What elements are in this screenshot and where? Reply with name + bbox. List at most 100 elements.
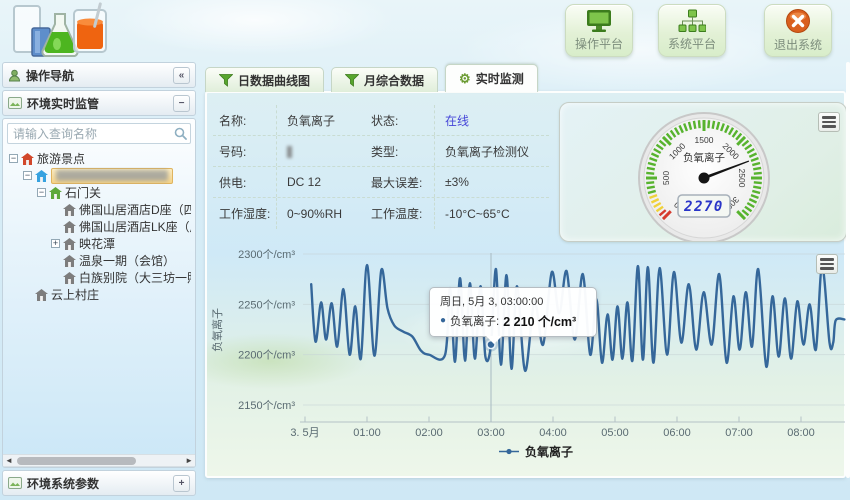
system-platform-label: 系统平台: [668, 35, 716, 52]
tab-bar: 日数据曲线图 月综合数据 ⚙ 实时监测: [205, 64, 545, 92]
x-tick-label: 01:00: [353, 427, 381, 439]
exit-system-button[interactable]: 退出系统: [764, 4, 832, 57]
monitor-icon: [585, 9, 613, 33]
field-value: -10°C~65°C: [435, 207, 549, 221]
realtime-monitor-panel: 名称:负氧离子状态:在线号码:类型:负氧离子检测仪供电:DC 12最大误差:±3…: [205, 91, 846, 478]
tree-item[interactable]: 温泉一期（会馆）: [7, 252, 191, 269]
x-tick-label: 06:00: [663, 427, 691, 439]
tab-daily-curve[interactable]: 日数据曲线图: [205, 67, 324, 92]
selected-tree-item[interactable]: [51, 168, 173, 184]
x-tick-label: 07:00: [725, 427, 753, 439]
house-green-icon: [49, 187, 62, 199]
collapse-panel-button[interactable]: −: [173, 95, 190, 112]
field-label: 供电:: [213, 167, 277, 197]
device-info-row: 名称:负氧离子状态:在线: [213, 105, 549, 136]
nav-panel-header[interactable]: 操作导航 «: [2, 62, 196, 88]
gauge-value: 2270: [683, 199, 724, 215]
operate-platform-button[interactable]: 操作平台: [565, 4, 633, 57]
gauge-tick-label: 500: [661, 171, 671, 185]
expand-panel-button[interactable]: +: [173, 475, 190, 492]
chart-legend[interactable]: 负氧离子: [499, 443, 573, 460]
tree-item-label: 旅游景点: [37, 150, 85, 167]
picture-icon: [8, 97, 22, 109]
collapse-node-icon[interactable]: −: [37, 188, 46, 197]
exit-system-label: 退出系统: [774, 36, 822, 53]
tree-panel: −旅游景点−−石门关佛国山居酒店D座（四位-佛国山居酒店LK座（居有+映花潭温泉…: [2, 118, 196, 468]
system-platform-button[interactable]: 系统平台: [658, 4, 726, 57]
tab-monthly-data[interactable]: 月综合数据: [331, 67, 438, 92]
x-tick-label: 08:00: [787, 427, 815, 439]
network-icon: [678, 9, 706, 33]
y-tick-label: 2250个/cm³: [238, 298, 295, 311]
environment-monitor-app: 操作平台 系统平台 退出系统: [0, 0, 850, 500]
tooltip-series-label: 负氧离子:: [450, 313, 499, 329]
scroll-left-icon[interactable]: ◄: [5, 456, 13, 465]
collapse-node-icon[interactable]: −: [9, 154, 18, 163]
house-gray-icon: [63, 255, 76, 267]
params-panel-header[interactable]: 环境系统参数 +: [2, 470, 196, 496]
redacted-value: [287, 146, 292, 158]
field-value: 0~90%RH: [277, 207, 371, 221]
params-panel-title: 环境系统参数: [27, 475, 99, 492]
chart-menu-button[interactable]: [816, 254, 838, 274]
tree-item[interactable]: 白族别院（大三坊一照壁: [7, 269, 191, 286]
x-tick-label: 05:00: [601, 427, 629, 439]
x-tick-label: 04:00: [539, 427, 567, 439]
device-info-row: 供电:DC 12最大误差:±3%: [213, 167, 549, 198]
search-box: [7, 123, 191, 144]
field-value: 负氧离子: [277, 112, 371, 129]
field-label: 号码:: [213, 136, 277, 166]
funnel-icon: [219, 74, 233, 87]
horizontal-scrollbar[interactable]: ◄ ►: [3, 454, 195, 467]
gauge-panel: 050010001500200025003000负氧离子2270: [559, 102, 847, 242]
search-input[interactable]: [7, 123, 191, 144]
gauge-tick-label: 2500: [737, 169, 747, 188]
monitor-panel-header[interactable]: 环境实时监管 −: [2, 90, 196, 116]
tree-item[interactable]: 佛国山居酒店LK座（居有: [7, 218, 191, 235]
tab-realtime-monitor[interactable]: ⚙ 实时监测: [445, 64, 538, 92]
collapse-sidebar-button[interactable]: «: [173, 67, 190, 84]
tree-item[interactable]: 云上村庄: [7, 286, 191, 303]
app-header: 操作平台 系统平台 退出系统: [0, 0, 850, 62]
x-tick-label: 02:00: [415, 427, 443, 439]
device-info-row: 工作湿度:0~90%RH工作温度:-10°C~65°C: [213, 198, 549, 229]
field-value: DC 12: [277, 175, 371, 189]
sidebar: 操作导航 « 环境实时监管 − −旅游景点−−石门关佛国山居酒店D座（四位-佛国…: [2, 62, 196, 496]
page-scrollbar-track[interactable]: [846, 62, 850, 478]
field-label: 状态:: [371, 105, 435, 135]
legend-label: 负氧离子: [525, 443, 573, 460]
scroll-right-icon[interactable]: ►: [185, 456, 193, 465]
tab-label: 月综合数据: [364, 72, 424, 89]
chart-area: 2300个/cm³2250个/cm³2200个/cm³2150个/cm³3. 5…: [207, 245, 848, 480]
field-label: 名称:: [213, 105, 277, 135]
field-label: 工作湿度:: [213, 198, 277, 229]
tree-item[interactable]: − 石门关: [7, 184, 191, 201]
chart-tooltip: 周日, 5月 3, 03:00:00 ● 负氧离子: 2 210 个/cm³: [429, 287, 597, 337]
search-icon[interactable]: [174, 127, 187, 140]
tree-item-label: 佛国山居酒店LK座（居有: [79, 218, 191, 235]
y-tick-label: 2300个/cm³: [238, 248, 295, 261]
tooltip-date: 周日, 5月 3, 03:00:00: [440, 293, 586, 309]
y-tick-label: 2150个/cm³: [238, 399, 295, 412]
field-value: 负氧离子检测仪: [435, 143, 549, 160]
tree-item[interactable]: + 映花潭: [7, 235, 191, 252]
tree-item-label: 石门关: [65, 184, 101, 201]
operate-platform-label: 操作平台: [575, 35, 623, 52]
expand-node-icon[interactable]: +: [51, 239, 60, 248]
x-tick-label: 3. 5月: [290, 427, 319, 439]
tree-item[interactable]: 佛国山居酒店D座（四位-: [7, 201, 191, 218]
tree-item[interactable]: − 旅游景点: [7, 150, 191, 167]
tree-item-label: 佛国山居酒店D座（四位-: [79, 201, 191, 218]
field-value: 在线: [435, 112, 549, 129]
collapse-node-icon[interactable]: −: [23, 171, 32, 180]
tree-item-label: 白族别院（大三坊一照壁: [79, 269, 191, 286]
scrollbar-thumb[interactable]: [17, 457, 136, 465]
picture-icon: [8, 477, 22, 489]
house-gray-icon: [63, 272, 76, 284]
field-label: 最大误差:: [371, 167, 435, 197]
house-gray-icon: [63, 221, 76, 233]
tree-item-label: 映花潭: [79, 235, 115, 252]
gauge-menu-button[interactable]: [818, 112, 840, 132]
funnel-icon: [345, 74, 359, 87]
tree-item[interactable]: −: [7, 167, 191, 184]
